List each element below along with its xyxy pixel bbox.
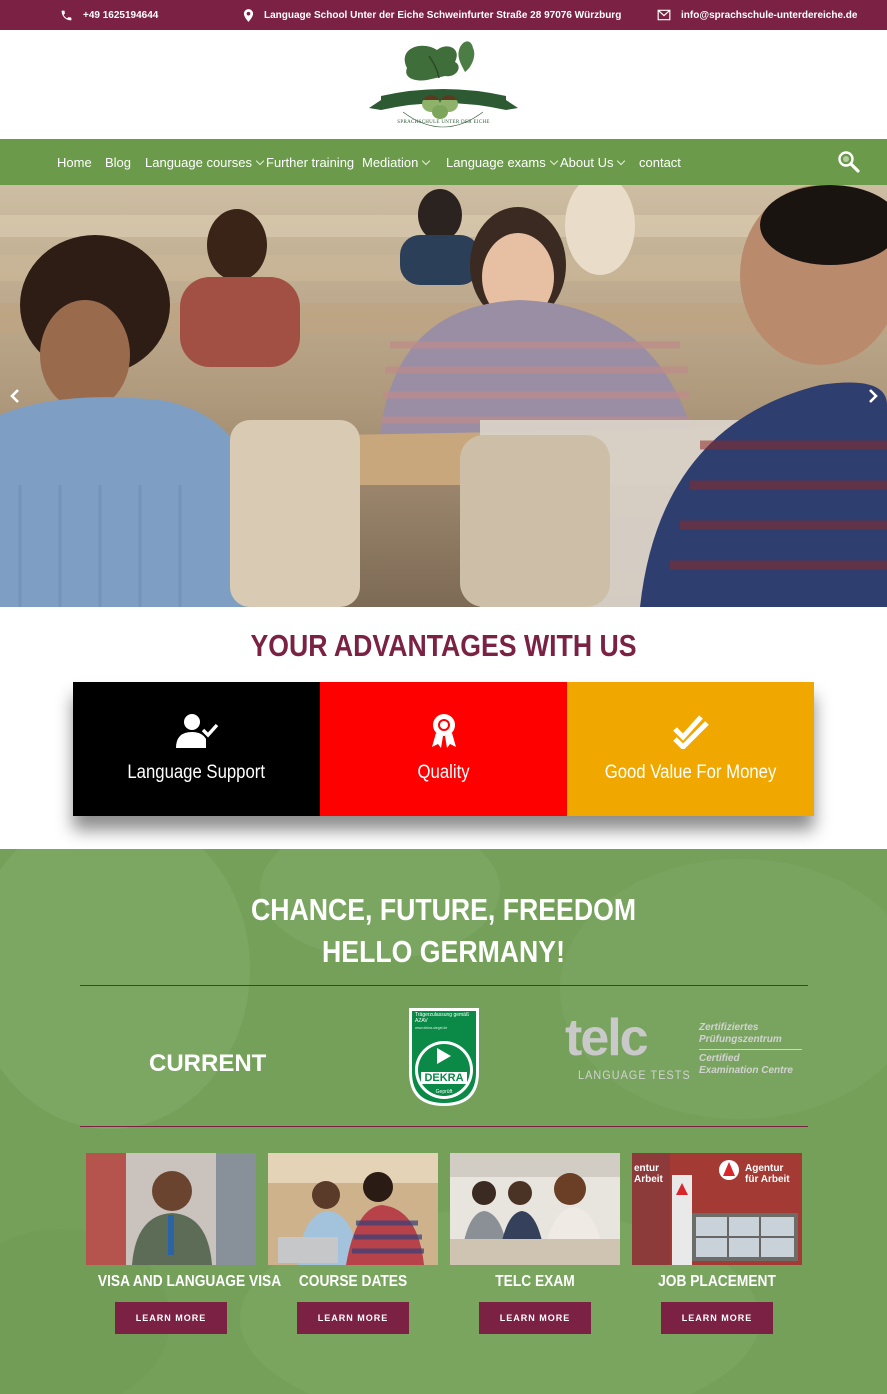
chevron-right-icon[interactable] <box>863 385 883 407</box>
divider-top <box>80 985 808 986</box>
sign-right-text: Agentur für Arbeit <box>745 1163 790 1185</box>
tile-telc-exam: TELC EXAM LEARN MORE <box>450 1153 620 1334</box>
search-icon[interactable] <box>837 150 861 174</box>
sign-left-line1: entur <box>634 1163 659 1174</box>
nav-label: Blog <box>105 154 132 170</box>
chevron-down-icon <box>422 156 431 165</box>
award-icon <box>429 712 459 750</box>
nav-label: Further training <box>266 154 355 170</box>
nav-item-mediation[interactable]: Mediation <box>362 139 431 185</box>
telc-rule <box>699 1049 802 1050</box>
advantage-label: Quality <box>417 762 470 783</box>
sign-right-line2: für Arbeit <box>745 1174 790 1185</box>
logo-banner-text: FREIHEIT & KRAFT <box>403 82 484 91</box>
chevron-down-icon <box>255 156 265 165</box>
phone-icon <box>61 10 72 20</box>
email-contact[interactable]: info@sprachschule-unterdereiche.de <box>657 0 857 30</box>
promo-heading-line2: HELLO GERMANY! <box>322 934 565 969</box>
location-pin-icon <box>243 8 254 22</box>
address-text: Language School Unter der Eiche Schweinf… <box>264 9 622 21</box>
nav-item-language-exams[interactable]: Language exams <box>446 139 558 185</box>
user-check-icon <box>175 712 219 750</box>
tile-title: TELC EXAM <box>495 1273 575 1290</box>
learn-more-button[interactable]: LEARN MORE <box>115 1302 227 1334</box>
hero-classroom-image <box>0 185 887 607</box>
advantage-card-language-support: Language Support <box>73 682 320 816</box>
telc-line4: Examination Centre <box>699 1065 793 1076</box>
tile-image-student[interactable] <box>86 1153 256 1265</box>
nav-label: Home <box>57 154 92 170</box>
sign-right-line1: Agentur <box>745 1163 784 1174</box>
tile-title: JOB PLACEMENT <box>658 1273 776 1290</box>
tile-image-agentur-fuer-arbeit[interactable]: entur Arbeit Agentur für Arbeit <box>632 1153 802 1265</box>
double-check-icon <box>671 712 711 750</box>
advantage-card-quality: Quality <box>320 682 567 816</box>
advantages-heading: YOUR ADVANTAGES WITH US <box>250 628 637 663</box>
nav-label: Mediation <box>362 154 419 170</box>
tile-job-placement: entur Arbeit Agentur für Arbeit JOB PLACEM… <box>632 1153 802 1334</box>
dekra-checked: Geprüft <box>435 1089 453 1095</box>
hero-slider <box>0 185 887 607</box>
divider-bottom <box>80 1126 808 1127</box>
telc-certified-logo[interactable]: telc LANGUAGE TESTS Zertifiziertes Prüfu… <box>563 1009 808 1088</box>
nav-item-contact[interactable]: contact <box>639 139 681 185</box>
promo-heading: CHANCE, FUTURE, FREEDOM HELLO GERMANY! <box>62 889 825 973</box>
sign-left-line2: Arbeit <box>634 1174 663 1185</box>
nav-label: Language courses <box>145 154 252 170</box>
dekra-top-text: Trägerzulassung gemäß AZAV <box>415 1012 470 1024</box>
chevron-down-icon <box>617 156 626 165</box>
tile-image-exam[interactable] <box>450 1153 620 1265</box>
tile-title: COURSE DATES <box>298 1273 408 1290</box>
site-logo[interactable]: FREIHEIT & KRAFT SPRACHSCHULE UNTER DER … <box>367 38 520 130</box>
learn-more-button[interactable]: LEARN MORE <box>661 1302 773 1334</box>
tile-course-dates: COURSE DATES LEARN MORE <box>268 1153 438 1334</box>
phone-contact[interactable]: +49 1625194644 <box>60 0 158 30</box>
tile-title: VISA AND LANGUAGE VISA <box>97 1273 282 1290</box>
sign-left-text: entur Arbeit <box>634 1163 663 1185</box>
nav-label: contact <box>639 154 681 170</box>
nav-item-home[interactable]: Home <box>57 139 92 185</box>
advantages-cards: Language Support Quality Good Value For … <box>73 682 814 816</box>
advantage-card-good-value: Good Value For Money <box>567 682 814 816</box>
dekra-url: www.dekra-siegel.de <box>415 1026 448 1030</box>
advantage-label: Good Value For Money <box>604 762 777 783</box>
address-contact: Language School Unter der Eiche Schweinf… <box>243 0 621 30</box>
tile-visa: VISA AND LANGUAGE VISA LEARN MORE <box>86 1153 282 1334</box>
nav-item-language-courses[interactable]: Language courses <box>145 139 265 185</box>
nav-item-further-training[interactable]: Further training <box>266 139 354 185</box>
logo-sub-text: SPRACHSCHULE UNTER DER EICHE <box>397 120 490 125</box>
chevron-left-icon[interactable] <box>5 385 25 407</box>
telc-line1: Zertifiziertes <box>699 1022 759 1033</box>
nav-label: About Us <box>560 154 614 170</box>
telc-text-block: Zertifiziertes Prüfungszentrum Certified… <box>699 1022 802 1077</box>
dekra-brand: DEKRA <box>424 1072 464 1084</box>
learn-more-button[interactable]: LEARN MORE <box>297 1302 409 1334</box>
site-header: FREIHEIT & KRAFT SPRACHSCHULE UNTER DER … <box>0 30 887 139</box>
promo-heading-line1: CHANCE, FUTURE, FREEDOM <box>250 892 637 927</box>
telc-line2: Prüfungszentrum <box>699 1034 782 1045</box>
telc-subbrand: LANGUAGE TESTS <box>578 1068 691 1082</box>
top-contact-bar: +49 1625194644 Language School Unter der… <box>0 0 887 30</box>
learn-more-button[interactable]: LEARN MORE <box>479 1302 591 1334</box>
main-navigation: Home Blog Language courses Further train… <box>0 139 887 185</box>
nav-item-blog[interactable]: Blog <box>105 139 131 185</box>
tile-image-classroom[interactable] <box>268 1153 438 1265</box>
phone-number: +49 1625194644 <box>83 9 159 21</box>
advantage-label: Language Support <box>127 762 266 783</box>
envelope-icon <box>657 9 671 21</box>
telc-brand: telc <box>565 1009 649 1067</box>
nav-label: Language exams <box>446 154 546 170</box>
chevron-down-icon <box>549 156 558 165</box>
nav-item-about-us[interactable]: About Us <box>560 139 626 185</box>
email-address: info@sprachschule-unterdereiche.de <box>681 9 858 21</box>
current-label: CURRENT <box>149 1050 267 1077</box>
telc-line3: Certified <box>699 1053 740 1064</box>
dekra-seal[interactable]: Trägerzulassung gemäß AZAV www.dekra-sie… <box>407 1006 481 1108</box>
